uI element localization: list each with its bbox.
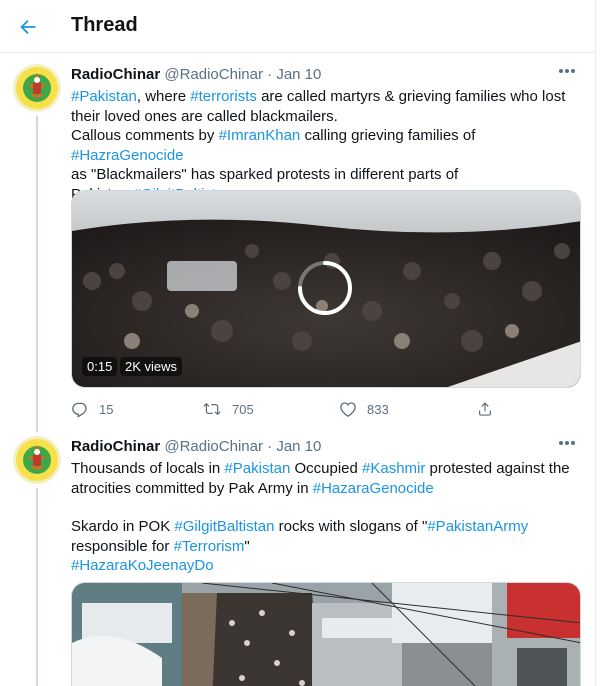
text-segment: as "Blackmailers" has sparked protests i… — [71, 166, 459, 183]
tweet-text-line: Skardo in POK #GilgitBaltistan rocks wit… — [71, 517, 586, 537]
tweet-text-line: atrocities committed by Pak Army in #Haz… — [71, 479, 586, 499]
text-segment: Thousands of locals in — [71, 460, 225, 477]
radio-chinar-logo — [13, 436, 61, 484]
reply-icon — [72, 402, 87, 418]
tweet[interactable]: RadioChinar @RadioChinar · Jan 10 #Pakis… — [0, 54, 595, 432]
tweet-time[interactable]: Jan 10 — [276, 66, 321, 83]
tweet-text-line: Thousands of locals in #Pakistan Occupie… — [71, 459, 586, 479]
video-player[interactable]: 0:15 2K views — [71, 190, 581, 388]
tweet-text-line: #Pakistan, where #terrorists are called … — [71, 87, 586, 107]
tweet-text-line: their loved ones are called blackmailers… — [71, 107, 586, 127]
thread-connector — [36, 488, 38, 686]
text-segment: Occupied — [290, 460, 363, 477]
hashtag-link[interactable]: #HazaraGenocide — [313, 480, 434, 497]
share-icon — [479, 402, 491, 416]
more-dot-icon — [571, 69, 575, 73]
thread-connector — [36, 116, 38, 432]
retweet-button[interactable]: 705 — [202, 398, 254, 420]
retweet-count: 705 — [232, 401, 254, 417]
tweet-actions: 15 705 833 — [71, 398, 501, 420]
retweet-icon — [203, 402, 221, 416]
user-handle[interactable]: @RadioChinar — [164, 438, 263, 455]
video-duration: 0:15 — [82, 357, 118, 376]
separator-dot: · — [267, 66, 273, 83]
text-segment: , where — [136, 88, 191, 105]
more-dot-icon — [565, 441, 569, 445]
avatar[interactable] — [13, 64, 61, 112]
like-button[interactable]: 833 — [339, 398, 389, 420]
text-segment: calling grieving families of — [300, 127, 476, 144]
tweet-text: #Pakistan, where #terrorists are called … — [71, 87, 586, 204]
arrow-left-icon — [20, 19, 36, 35]
share-button[interactable] — [476, 398, 494, 420]
page-title: Thread — [71, 14, 138, 36]
text-segment: Callous comments by — [71, 127, 219, 144]
heart-icon — [340, 402, 356, 418]
hashtag-link[interactable]: #Kashmir — [362, 460, 425, 477]
hashtag-link[interactable]: #HazraGenocide — [71, 147, 184, 164]
more-dot-icon — [571, 441, 575, 445]
radio-chinar-logo — [13, 64, 61, 112]
hashtag-link[interactable]: #PakistanArmy — [427, 518, 528, 535]
tweet-header: RadioChinar @RadioChinar · Jan 10 — [71, 66, 321, 86]
tweet-text-line: as "Blackmailers" has sparked protests i… — [71, 165, 586, 185]
hashtag-link[interactable]: #GilgitBaltistan — [174, 518, 274, 535]
user-handle[interactable]: @RadioChinar — [164, 66, 263, 83]
tweet-header: RadioChinar @RadioChinar · Jan 10 — [71, 438, 321, 458]
display-name[interactable]: RadioChinar — [71, 438, 160, 455]
hashtag-link[interactable]: #ImranKhan — [219, 127, 301, 144]
more-dot-icon — [565, 69, 569, 73]
hashtag-link[interactable]: #HazaraKoJeenayDo — [71, 557, 214, 574]
text-segment: rocks with slogans of " — [274, 518, 428, 535]
loading-spinner-icon — [298, 261, 352, 315]
text-segment: " — [244, 537, 250, 555]
more-options-button[interactable] — [556, 434, 578, 452]
back-button[interactable] — [10, 9, 46, 45]
separator-dot: · — [267, 438, 273, 455]
thread-page: Thread RadioChinar @RadioChinar · Jan 10… — [0, 0, 596, 686]
display-name[interactable]: RadioChinar — [71, 66, 160, 83]
street-protest-photo — [72, 583, 580, 686]
text-segment: are called martyrs & grieving families w… — [256, 88, 566, 105]
hashtag-link[interactable]: #Pakistan — [71, 88, 137, 105]
text-segment: atrocities committed by Pak Army in — [71, 479, 313, 497]
reply-button[interactable]: 15 — [71, 398, 113, 420]
avatar[interactable] — [13, 436, 61, 484]
text-segment: their loved ones are called blackmailers… — [71, 107, 338, 125]
more-dot-icon — [559, 69, 563, 73]
like-count: 833 — [367, 401, 389, 417]
tweet-text-line: Callous comments by #ImranKhan calling g… — [71, 126, 586, 165]
hashtag-link[interactable]: #terrorists — [190, 88, 257, 105]
tweet-time[interactable]: Jan 10 — [276, 438, 321, 455]
text-segment: protested against the — [425, 460, 570, 477]
thread-header: Thread — [0, 0, 595, 53]
tweet[interactable]: RadioChinar @RadioChinar · Jan 10 Thousa… — [0, 426, 595, 686]
hashtag-link[interactable]: #Pakistan — [224, 460, 290, 477]
tweet-image[interactable] — [71, 582, 581, 686]
text-segment: Skardo in POK — [71, 518, 175, 535]
reply-count: 15 — [99, 401, 114, 417]
tweet-text: Thousands of locals in #Pakistan Occupie… — [71, 459, 586, 576]
text-segment: responsible for — [71, 537, 174, 555]
more-options-button[interactable] — [556, 62, 578, 80]
tweet-text-line: #HazaraKoJeenayDo — [71, 556, 586, 576]
tweet-text-line: responsible for #Terrorism" — [71, 537, 586, 557]
hashtag-link[interactable]: #Terrorism — [174, 538, 245, 555]
more-dot-icon — [559, 441, 563, 445]
video-view-count: 2K views — [120, 357, 183, 376]
